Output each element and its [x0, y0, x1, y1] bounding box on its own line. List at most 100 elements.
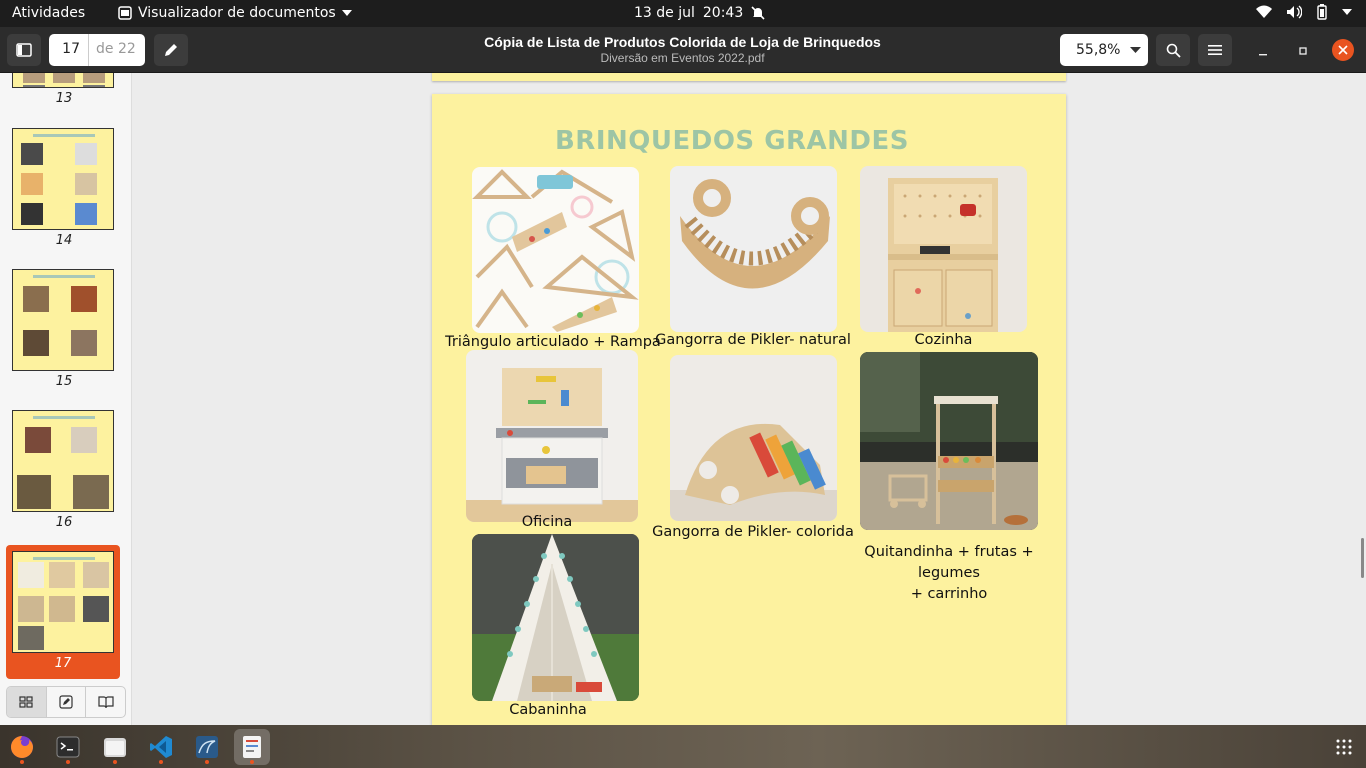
files-icon — [104, 738, 126, 757]
page-thumbnail — [12, 410, 114, 512]
activities-button[interactable]: Atividades — [12, 5, 85, 21]
hamburger-menu-icon — [1208, 45, 1222, 55]
tab-annotations[interactable] — [47, 687, 87, 717]
pdf-page: BRINQUEDOS GRANDES Triângulo articulado … — [432, 94, 1066, 725]
thumbnail-page-number: 14 — [55, 233, 73, 248]
search-button[interactable] — [1156, 34, 1190, 66]
minimize-icon — [1259, 54, 1267, 56]
volume-icon — [1287, 5, 1302, 19]
running-indicator — [159, 760, 163, 764]
chevron-down-icon — [341, 10, 352, 16]
maximize-button[interactable] — [1292, 40, 1314, 62]
product-image-cabaninha — [472, 534, 639, 701]
product-caption: Gangorra de Pikler- natural — [655, 332, 851, 348]
header-bar: 17 de 22 Cópia de Lista de Produtos Colo… — [0, 27, 1366, 73]
pencil-icon — [165, 44, 177, 56]
close-button[interactable] — [1332, 39, 1354, 61]
close-icon — [1338, 45, 1348, 55]
maximize-icon — [1299, 47, 1307, 55]
thumbnail-page-number: 16 — [55, 515, 73, 530]
tray-chevron-down-icon — [1342, 9, 1352, 15]
zoom-value: 55,8% — [1076, 42, 1121, 58]
taskbar-document-viewer[interactable] — [234, 729, 270, 765]
main-menu-button[interactable] — [1198, 34, 1232, 66]
clock-date: 13 de jul — [634, 5, 695, 21]
thumbnail-page-number: 13 — [55, 91, 73, 106]
grid-icon — [19, 696, 33, 708]
taskbar-vscode[interactable] — [143, 729, 179, 765]
page-thumbnail — [12, 551, 114, 653]
zoom-selector[interactable]: 55,8% — [1060, 34, 1148, 66]
page-number-entry[interactable]: 17 de 22 — [49, 34, 145, 66]
running-indicator — [205, 760, 209, 764]
annotation-icon — [59, 695, 73, 709]
thumbnail-sidebar: 13 14 15 16 17 — [0, 73, 132, 725]
running-indicator — [250, 760, 254, 764]
product-caption-multiline: Quitandinha + frutas + legumes + carrinh… — [862, 542, 1036, 605]
firefox-icon — [11, 736, 33, 758]
page-heading: BRINQUEDOS GRANDES — [554, 126, 910, 156]
window-title: Cópia de Lista de Produtos Colorida de L… — [380, 34, 985, 65]
document-filename: Diversão em Eventos 2022.pdf — [600, 51, 765, 65]
caption-line: legumes — [918, 565, 980, 581]
minimize-button[interactable] — [1252, 40, 1274, 62]
system-top-bar: Atividades Visualizador de documentos 13… — [0, 0, 1366, 27]
terminal-icon — [56, 736, 80, 758]
previous-page — [432, 73, 1066, 81]
wifi-icon — [1256, 5, 1272, 18]
product-image-cozinha — [860, 166, 1027, 332]
thumbnail-item[interactable]: 15 — [0, 268, 128, 400]
thumbnail-item[interactable]: 13 — [0, 73, 128, 118]
vscode-icon — [150, 736, 172, 758]
app-menu[interactable]: Visualizador de documentos — [118, 5, 352, 21]
thumbnail-item[interactable]: 16 — [0, 409, 128, 541]
taskbar-mysql-workbench[interactable] — [189, 729, 225, 765]
tab-thumbnails[interactable] — [7, 687, 47, 717]
product-caption: Cozinha — [914, 332, 973, 348]
product-image-triangle — [472, 167, 639, 333]
clock-time: 20:43 — [702, 5, 744, 21]
search-icon — [1166, 43, 1181, 58]
show-applications-button[interactable] — [1326, 729, 1362, 765]
zoom-chevron-down-icon — [1130, 46, 1142, 53]
product-caption: Oficina — [521, 514, 573, 530]
thumbnail-item[interactable]: 14 — [0, 127, 128, 259]
product-image-pikler-natural — [670, 166, 837, 332]
vertical-scrollbar[interactable] — [1361, 538, 1364, 578]
taskbar-terminal[interactable] — [50, 729, 86, 765]
page-thumbnail — [12, 73, 114, 88]
current-page-input[interactable]: 17 — [49, 34, 89, 66]
sidebar-tabs — [6, 686, 126, 718]
system-tray[interactable] — [1256, 4, 1352, 20]
annotate-button[interactable] — [154, 34, 188, 66]
sidebar-toggle-button[interactable] — [7, 34, 41, 66]
taskbar-firefox[interactable] — [4, 729, 40, 765]
clock[interactable]: 13 de jul 20:43 — [634, 5, 765, 21]
product-image-pikler-colorida — [670, 355, 837, 521]
product-image-oficina — [466, 350, 638, 522]
running-indicator — [113, 760, 117, 764]
book-icon — [98, 696, 114, 709]
page-thumbnail — [12, 269, 114, 371]
product-image-quitandinha — [860, 352, 1038, 530]
taskbar-files[interactable] — [97, 729, 133, 765]
thumbnail-item-active[interactable]: 17 — [6, 545, 120, 679]
thumbnail-page-number: 15 — [55, 374, 73, 389]
tab-outline[interactable] — [86, 687, 125, 717]
running-indicator — [66, 760, 70, 764]
document-view[interactable]: BRINQUEDOS GRANDES Triângulo articulado … — [133, 73, 1366, 725]
document-viewer-small-icon — [118, 6, 132, 20]
running-indicator — [20, 760, 24, 764]
page-thumbnail — [12, 128, 114, 230]
document-viewer-icon — [243, 736, 261, 758]
app-menu-label: Visualizador de documentos — [138, 5, 336, 21]
mysql-workbench-icon — [196, 736, 218, 758]
caption-line: + carrinho — [910, 586, 988, 602]
app-grid-icon — [1336, 739, 1352, 755]
product-caption: Cabaninha — [509, 702, 587, 718]
document-title: Cópia de Lista de Produtos Colorida de L… — [484, 34, 881, 50]
thumbnail-page-number: 17 — [54, 656, 72, 671]
sidebar-icon — [16, 43, 32, 57]
product-caption: Gangorra de Pikler- colorida — [652, 524, 854, 540]
taskbar — [0, 725, 1366, 768]
